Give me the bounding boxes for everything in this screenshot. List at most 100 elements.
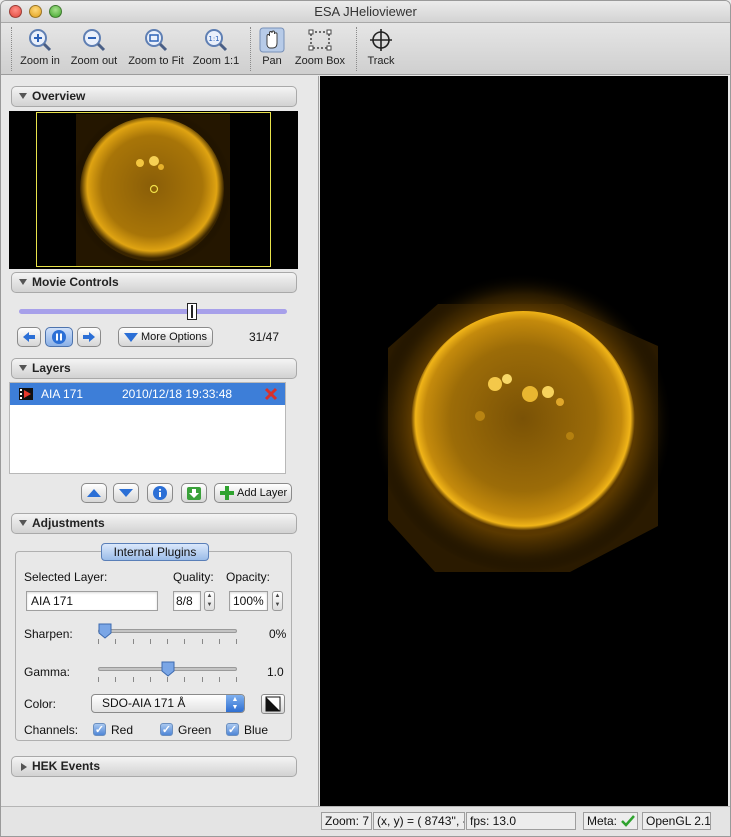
hand-icon (259, 27, 285, 53)
zoom-to-fit-button[interactable]: Zoom to Fit (125, 27, 187, 71)
color-label: Color: (24, 697, 57, 711)
opacity-stepper[interactable]: ▲ ▼ (272, 591, 283, 611)
next-frame-button[interactable] (77, 327, 101, 347)
slider-tick (236, 677, 237, 682)
slider-tick (115, 677, 116, 682)
sharpen-tick-marks (98, 639, 237, 644)
selected-layer-label: Selected Layer: (24, 570, 108, 584)
previous-frame-button[interactable] (17, 327, 41, 347)
layers-header[interactable]: Layers (11, 358, 297, 379)
zoom-fit-icon (145, 29, 168, 52)
triangle-up-icon (87, 489, 101, 497)
collapsed-triangle-icon (21, 763, 27, 771)
zoom-actual-size-icon: 1:1 (205, 29, 228, 52)
slider-tick (150, 639, 151, 644)
blue-channel-label: Blue (244, 723, 269, 737)
gamma-tick-marks (98, 677, 237, 682)
add-layer-label: Add Layer (237, 487, 288, 499)
internal-plugins-tab[interactable]: Internal Plugins (101, 543, 209, 561)
gamma-label: Gamma: (24, 665, 71, 679)
layer-row[interactable]: AIA 171 2010/12/18 19:33:48 (10, 383, 285, 405)
green-channel-checkbox[interactable]: ✓ (160, 723, 173, 736)
zoom-box-button[interactable]: Zoom Box (293, 27, 347, 71)
slider-tick (133, 639, 134, 644)
layer-info-button[interactable] (147, 483, 173, 503)
pan-button[interactable]: Pan (257, 27, 287, 71)
blue-channel-checkbox[interactable]: ✓ (226, 723, 239, 736)
zoom-status: Zoom: 7 (321, 812, 372, 830)
pause-button[interactable] (45, 327, 73, 347)
pause-icon (52, 330, 66, 344)
meta-status[interactable]: Meta: (583, 812, 638, 830)
quality-stepper[interactable]: ▲ ▼ (204, 591, 215, 611)
invert-colors-icon (265, 696, 281, 712)
quality-field[interactable]: 8/8 (173, 591, 201, 611)
zoom-1-1-button[interactable]: 1:1 Zoom 1:1 (191, 27, 241, 71)
zoom-in-button[interactable]: Zoom in (17, 27, 63, 71)
selected-layer-field[interactable]: AIA 171 (26, 591, 158, 611)
movie-timeline-slider[interactable] (19, 309, 287, 314)
overview-header[interactable]: Overview (11, 86, 297, 107)
image-viewport[interactable] (320, 76, 728, 806)
color-table-value: SDO-AIA 171 Å (102, 696, 186, 710)
slider-tick (98, 639, 99, 644)
move-layer-down-button[interactable] (113, 483, 139, 503)
triangle-down-icon (119, 489, 133, 497)
slider-tick (115, 639, 116, 644)
slider-tick (167, 677, 168, 682)
layers-list[interactable]: AIA 171 2010/12/18 19:33:48 (9, 382, 286, 474)
green-channel-label: Green (178, 723, 212, 737)
hek-events-header-label: HEK Events (32, 759, 101, 773)
download-layer-button[interactable] (181, 483, 207, 503)
overview-viewport-frame[interactable] (36, 112, 271, 267)
remove-layer-icon[interactable] (264, 387, 278, 401)
zoom-out-label: Zoom out (70, 55, 118, 67)
slider-tick (167, 639, 168, 644)
track-button[interactable]: Track (363, 27, 399, 71)
overview-panel[interactable] (9, 111, 298, 269)
layers-header-label: Layers (32, 361, 71, 375)
add-layer-button[interactable]: Add Layer (214, 483, 292, 503)
opacity-field[interactable]: 100% (229, 591, 268, 611)
layer-name: AIA 171 (41, 387, 84, 401)
more-options-label: More Options (141, 331, 208, 343)
zoom-box-label: Zoom Box (294, 55, 346, 67)
quality-label: Quality: (173, 570, 214, 584)
slider-tick (219, 677, 220, 682)
zoom-in-label: Zoom in (20, 55, 60, 67)
adjustments-header[interactable]: Adjustments (11, 513, 297, 534)
move-layer-up-button[interactable] (81, 483, 107, 503)
arrow-left-icon (23, 332, 35, 342)
info-icon (153, 486, 167, 500)
sharpen-label: Sharpen: (24, 627, 73, 641)
slider-tick (184, 677, 185, 682)
gamma-slider-thumb[interactable] (161, 661, 175, 677)
frame-counter: 31/47 (249, 330, 280, 344)
movie-timeline-thumb[interactable] (186, 303, 197, 320)
movie-controls-header[interactable]: Movie Controls (11, 272, 297, 293)
window-title: ESA JHelioviewer (314, 4, 417, 19)
hek-events-header[interactable]: HEK Events (11, 756, 297, 777)
red-channel-checkbox[interactable]: ✓ (93, 723, 106, 736)
zoom-to-fit-label: Zoom to Fit (128, 55, 184, 67)
toolbar: Zoom in Zoom out Zoom to Fit 1:1 Zoom 1:… (1, 23, 730, 75)
overview-header-label: Overview (32, 89, 86, 103)
expanded-triangle-icon (19, 279, 27, 285)
sharpen-slider-thumb[interactable] (98, 623, 112, 639)
movie-layer-icon (19, 388, 33, 400)
sidebar: Overview Movie Controls More Options 31/… (1, 76, 319, 806)
more-options-button[interactable]: More Options (118, 327, 213, 347)
checkmark-icon (621, 815, 635, 827)
plus-icon (220, 486, 234, 500)
color-table-select[interactable]: SDO-AIA 171 Å ▲ ▼ (91, 694, 245, 713)
adjustments-header-label: Adjustments (32, 516, 105, 530)
slider-tick (219, 639, 220, 644)
layer-timestamp: 2010/12/18 19:33:48 (122, 387, 233, 401)
expanded-triangle-icon (19, 520, 27, 526)
sharpen-slider[interactable] (98, 629, 237, 633)
opacity-label: Opacity: (226, 570, 271, 584)
coordinates-status: (x, y) = ( 8743'', -4262'' (373, 812, 465, 830)
invert-colors-button[interactable] (261, 694, 285, 714)
zoom-out-button[interactable]: Zoom out (67, 27, 121, 71)
toolbar-separator (11, 27, 12, 71)
